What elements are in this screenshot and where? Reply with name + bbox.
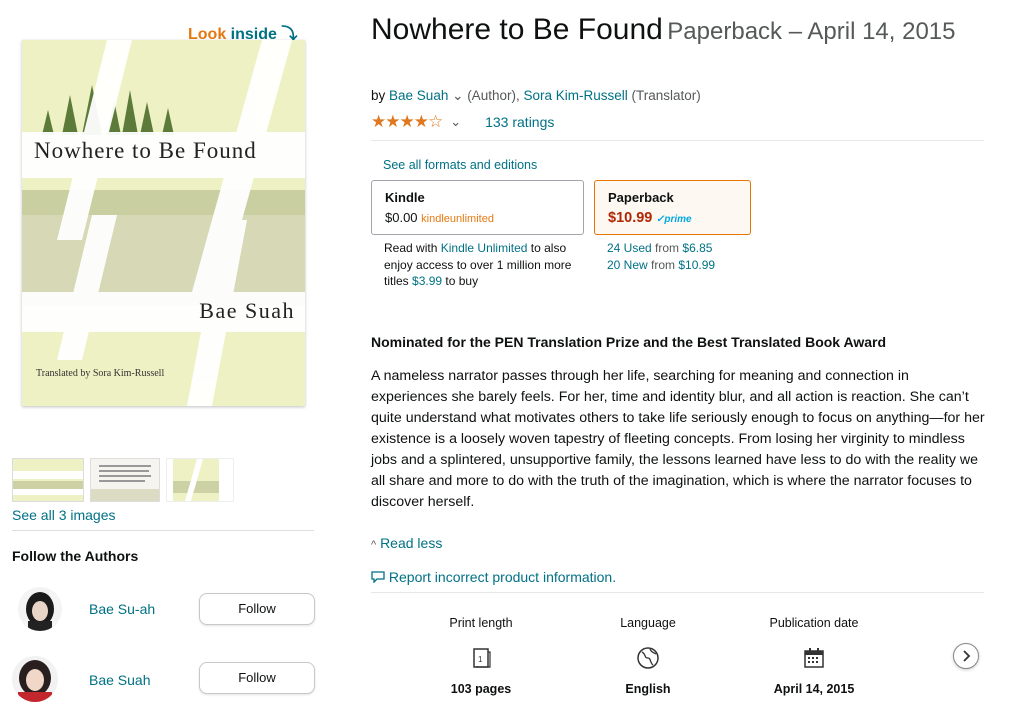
divider <box>371 140 984 141</box>
prime-badge-icon: ✓prime <box>655 214 692 225</box>
ku-prefix: Read with <box>384 241 438 255</box>
follow-button[interactable]: Follow <box>199 593 315 625</box>
author-link[interactable]: Bae Suah <box>389 88 448 103</box>
used-from-label: from <box>655 241 680 255</box>
translator-link[interactable]: Sora Kim-Russell <box>523 88 627 103</box>
new-offer-row: 20 New from $10.99 <box>607 257 715 274</box>
detail-label: Print length <box>449 616 513 630</box>
translator-role: (Translator) <box>631 88 701 103</box>
follow-authors-heading: Follow the Authors <box>12 548 139 564</box>
ratings-count-link[interactable]: 133 ratings <box>485 114 554 130</box>
thumbnail-1[interactable] <box>12 458 84 502</box>
detail-label: Publication date <box>769 616 859 630</box>
thumbnail-2[interactable] <box>90 458 160 502</box>
globe-icon <box>636 646 660 670</box>
paperback-price: $10.99 <box>608 210 653 226</box>
avatar[interactable] <box>12 656 58 702</box>
kindle-unlimited-badge: kindleunlimited <box>421 213 494 225</box>
book-cover-image[interactable]: Nowhere to Be Found Bae Suah Translated … <box>22 40 305 406</box>
author-role: (Author), <box>467 88 520 103</box>
detail-value: English <box>625 682 671 696</box>
used-price-link[interactable]: $6.85 <box>682 241 712 255</box>
pages-icon: 1 <box>469 646 493 670</box>
divider <box>12 530 314 531</box>
thumbnail-3[interactable] <box>166 458 234 502</box>
used-count-link[interactable]: 24 Used <box>607 241 652 255</box>
read-less-toggle[interactable]: ^ Read less <box>371 535 442 551</box>
rating-dropdown-icon[interactable]: ⌄ <box>450 114 461 130</box>
rating-row: ★★★★☆ ⌄ 133 ratings <box>371 112 554 132</box>
format-option-kindle[interactable]: Kindle $0.00 kindleunlimited <box>371 180 584 235</box>
chevron-up-icon: ^ <box>371 539 377 551</box>
thumbnail-3-image <box>173 459 219 501</box>
format-and-date: Paperback – April 14, 2015 <box>667 18 956 45</box>
detail-language: Language English <box>573 616 723 696</box>
detail-print-length: Print length 1 103 pages <box>406 616 556 696</box>
author-dropdown-icon[interactable]: ⌄ <box>452 88 463 103</box>
paperback-price-row: $10.99 ✓prime <box>608 210 692 226</box>
svg-text:1: 1 <box>478 655 483 664</box>
ku-suffix: to buy <box>445 274 479 288</box>
author-photo-bae-su-ah <box>18 587 62 631</box>
detail-publication-date: Publication date April 14, 2015 <box>739 616 889 696</box>
cover-title: Nowhere to Be Found <box>34 138 257 163</box>
description-heading: Nominated for the PEN Translation Prize … <box>371 334 886 350</box>
report-info-row[interactable]: Report incorrect product information. <box>371 569 616 585</box>
report-incorrect-link[interactable]: Report incorrect product information. <box>389 569 616 585</box>
by-label: by <box>371 88 386 103</box>
detail-label: Language <box>620 616 676 630</box>
author-link-bae-suah[interactable]: Bae Suah <box>89 672 151 688</box>
new-price-link[interactable]: $10.99 <box>678 258 715 272</box>
kindle-unlimited-link[interactable]: Kindle Unlimited <box>441 241 528 255</box>
new-count-link[interactable]: 20 New <box>607 258 648 272</box>
see-all-formats-link[interactable]: See all formats and editions <box>383 158 537 172</box>
book-title: Nowhere to Be Found <box>371 13 663 46</box>
format-option-paperback[interactable]: Paperback $10.99 ✓prime <box>594 180 751 235</box>
byline: by Bae Suah ⌄ (Author), Sora Kim-Russell… <box>371 88 701 104</box>
book-description: A nameless narrator passes through her l… <box>371 368 985 510</box>
thumbnail-2-image <box>91 459 159 501</box>
new-from-label: from <box>651 257 676 272</box>
author-photo-bae-suah <box>12 656 58 702</box>
product-title: Nowhere to Be Found Paperback – April 14… <box>371 10 991 55</box>
cover-translator: Translated by Sora Kim-Russell <box>36 368 165 379</box>
avatar[interactable] <box>18 587 62 631</box>
kindle-buy-price-link[interactable]: $3.99 <box>412 274 442 288</box>
author-link-bae-su-ah[interactable]: Bae Su-ah <box>89 601 155 617</box>
next-details-button[interactable] <box>953 643 979 669</box>
star-rating-icon[interactable]: ★★★★☆ <box>371 112 443 132</box>
paperback-format-name: Paperback <box>608 190 674 205</box>
kindle-unlimited-text: Read with Kindle Unlimited to also enjoy… <box>384 240 584 290</box>
used-new-offers: 24 Used from $6.85 20 New from $10.99 <box>607 240 715 273</box>
kindle-price: $0.00 <box>385 210 418 225</box>
used-offer-row: 24 Used from $6.85 <box>607 240 715 257</box>
chevron-right-icon <box>963 650 971 662</box>
cover-artwork <box>22 40 305 406</box>
divider <box>371 592 984 593</box>
kindle-format-name: Kindle <box>385 190 425 205</box>
cover-author: Bae Suah <box>199 298 295 323</box>
detail-value: April 14, 2015 <box>773 682 855 696</box>
calendar-icon <box>802 646 826 670</box>
speech-bubble-icon <box>371 571 385 584</box>
follow-button[interactable]: Follow <box>199 662 315 694</box>
thumbnail-1-image <box>13 459 83 501</box>
detail-value: 103 pages <box>450 682 512 696</box>
see-all-images-link[interactable]: See all 3 images <box>12 507 116 523</box>
read-less-link[interactable]: Read less <box>380 535 442 551</box>
kindle-price-row: $0.00 kindleunlimited <box>385 210 494 225</box>
